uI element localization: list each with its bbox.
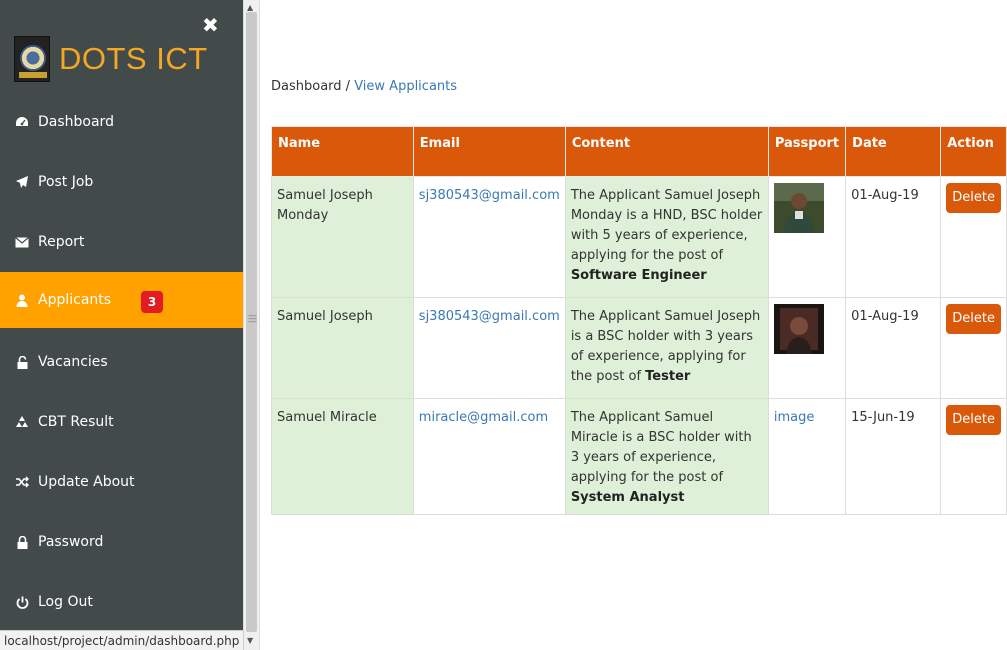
- passport-photo[interactable]: [773, 183, 824, 233]
- applicant-content: The Applicant Samuel Joseph is a BSC hol…: [564, 297, 769, 399]
- sidebar-item-log-out[interactable]: Log Out: [0, 574, 243, 630]
- delete-button[interactable]: Delete: [946, 304, 1001, 334]
- applicants-table: Name Email Content Passport Date Action …: [271, 126, 1007, 515]
- sidebar-item-label: Update About: [38, 474, 135, 490]
- applicant-email-link[interactable]: miracle@gmail.com: [412, 398, 566, 515]
- applicant-job-title: Tester: [645, 369, 691, 384]
- column-header-passport: Passport: [767, 126, 847, 177]
- column-header-date: Date: [845, 126, 942, 177]
- breadcrumb-home[interactable]: Dashboard: [271, 79, 342, 94]
- recycle-icon: [14, 415, 30, 429]
- sidebar-item-password[interactable]: Password: [0, 514, 243, 570]
- breadcrumb-separator: /: [341, 79, 355, 94]
- passport-image-link[interactable]: image: [774, 410, 815, 425]
- applicant-content: The Applicant Samuel Miracle is a BSC ho…: [564, 398, 769, 515]
- scroll-down-arrow-icon[interactable]: ▼: [247, 636, 253, 645]
- sidebar-scrollbar[interactable]: ▲ — — — ▼: [243, 0, 260, 650]
- shuffle-icon: [14, 476, 30, 488]
- column-header-action: Action: [940, 126, 1007, 177]
- sidebar-item-label: CBT Result: [38, 414, 114, 430]
- applicant-date: 15-Jun-19: [845, 398, 942, 515]
- applicants-count-badge: 3: [141, 291, 163, 313]
- logo: [14, 36, 50, 82]
- passport-cell: [767, 297, 847, 399]
- sidebar-item-label: Report: [38, 234, 85, 250]
- table-row: Samuel Joseph sj380543@gmail.com The App…: [271, 297, 1007, 399]
- applicant-job-title: Software Engineer: [570, 268, 707, 283]
- applicant-job-title: System Analyst: [570, 490, 685, 505]
- table-row: Samuel Joseph Monday sj380543@gmail.com …: [271, 176, 1007, 298]
- power-icon: [14, 596, 30, 609]
- sidebar-item-label: Password: [38, 534, 104, 550]
- passport-cell: [767, 176, 847, 298]
- brand-name: DOTS ICT: [59, 41, 208, 76]
- action-cell: Delete: [940, 176, 1007, 298]
- delete-button[interactable]: Delete: [946, 405, 1001, 435]
- breadcrumb-current[interactable]: View Applicants: [354, 79, 457, 94]
- applicant-name: Samuel Joseph Monday: [271, 176, 414, 298]
- sidebar-item-vacancies[interactable]: Vacancies: [0, 334, 243, 390]
- passport-cell: image: [767, 398, 847, 515]
- action-cell: Delete: [940, 297, 1007, 399]
- sidebar-item-label: Vacancies: [38, 354, 108, 370]
- delete-button[interactable]: Delete: [946, 183, 1001, 213]
- applicant-date: 01-Aug-19: [845, 176, 942, 298]
- column-header-email: Email: [412, 126, 566, 177]
- table-header-row: Name Email Content Passport Date Action: [271, 126, 1007, 177]
- breadcrumb: Dashboard / View Applicants: [271, 79, 457, 94]
- applicant-date: 01-Aug-19: [845, 297, 942, 399]
- scroll-grip-icon: — — —: [248, 311, 257, 327]
- scroll-up-arrow-icon[interactable]: ▲: [247, 3, 253, 12]
- sidebar-item-report[interactable]: Report: [0, 214, 243, 270]
- sidebar-item-update-about[interactable]: Update About: [0, 454, 243, 510]
- sidebar: ✖ DOTS ICT Dashboard Post Job Report App…: [0, 0, 243, 650]
- sidebar-item-dashboard[interactable]: Dashboard: [0, 94, 243, 150]
- close-icon[interactable]: ✖: [202, 15, 222, 35]
- action-cell: Delete: [940, 398, 1007, 515]
- sidebar-item-applicants[interactable]: Applicants 3: [0, 272, 243, 328]
- envelope-icon: [14, 236, 30, 248]
- status-bar-url: localhost/project/admin/dashboard.php: [0, 630, 245, 650]
- dashboard-icon: [14, 116, 30, 128]
- paper-plane-icon: [14, 175, 30, 189]
- sidebar-item-cbt-result[interactable]: CBT Result: [0, 394, 243, 450]
- column-header-name: Name: [271, 126, 414, 177]
- column-header-content: Content: [564, 126, 769, 177]
- sidebar-item-label: Post Job: [38, 174, 94, 190]
- applicant-email-link[interactable]: sj380543@gmail.com: [412, 297, 566, 399]
- unlock-icon: [14, 355, 30, 369]
- passport-photo[interactable]: [773, 304, 824, 354]
- applicant-name: Samuel Joseph: [271, 297, 414, 399]
- sidebar-item-label: Applicants: [38, 292, 112, 308]
- table-row: Samuel Miracle miracle@gmail.com The App…: [271, 398, 1007, 515]
- sidebar-item-label: Log Out: [38, 594, 93, 610]
- applicant-name: Samuel Miracle: [271, 398, 414, 515]
- sidebar-item-label: Dashboard: [38, 114, 114, 130]
- brand[interactable]: DOTS ICT: [14, 36, 208, 82]
- applicant-email-link[interactable]: sj380543@gmail.com: [412, 176, 566, 298]
- lock-icon: [14, 535, 30, 549]
- sidebar-item-post-job[interactable]: Post Job: [0, 154, 243, 210]
- user-icon: [14, 294, 30, 307]
- applicant-content: The Applicant Samuel Joseph Monday is a …: [564, 176, 769, 298]
